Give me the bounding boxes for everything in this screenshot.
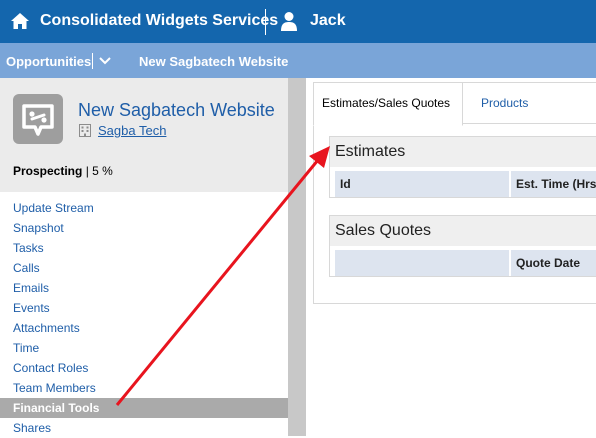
nav-item-shares[interactable]: Shares: [0, 418, 288, 438]
sales-quotes-title: Sales Quotes: [330, 216, 596, 246]
nav-item-time[interactable]: Time: [0, 338, 288, 358]
chevron-down-icon[interactable]: [99, 56, 111, 66]
probability-value: 5 %: [92, 164, 113, 178]
estimates-section: Estimates Id Est. Time (Hrs: [329, 136, 596, 198]
opportunity-icon: [13, 94, 63, 144]
column-header-est-time[interactable]: Est. Time (Hrs: [511, 171, 596, 197]
entity-menu[interactable]: Opportunities: [6, 54, 91, 69]
column-header-id[interactable]: Id: [335, 171, 509, 197]
nav-item-update-stream[interactable]: Update Stream: [0, 198, 288, 218]
record-sidebar: New Sagbatech Website Sagba Tech Prospec…: [0, 78, 288, 436]
financial-tools-panel: Estimates/Sales Quotes Products Estimate…: [313, 82, 596, 304]
current-record-link[interactable]: New Sagbatech Website: [139, 54, 288, 69]
building-icon: [79, 124, 91, 137]
tab-products[interactable]: Products: [481, 96, 528, 110]
nav-item-events[interactable]: Events: [0, 298, 288, 318]
tab-estimates-sales-quotes[interactable]: Estimates/Sales Quotes: [313, 82, 463, 126]
record-status: Prospecting | 5 %: [13, 164, 113, 178]
company-name[interactable]: Consolidated Widgets Services: [40, 12, 278, 30]
nav-item-emails[interactable]: Emails: [0, 278, 288, 298]
top-header-bar: Consolidated Widgets Services Jack: [0, 0, 596, 43]
nav-item-attachments[interactable]: Attachments: [0, 318, 288, 338]
home-icon[interactable]: [10, 11, 30, 31]
estimates-title: Estimates: [330, 137, 596, 167]
record-header: New Sagbatech Website Sagba Tech Prospec…: [0, 78, 288, 192]
user-icon[interactable]: [280, 11, 298, 31]
sales-quotes-section: Sales Quotes Quote Date: [329, 215, 596, 277]
status-separator: |: [85, 164, 89, 178]
user-name[interactable]: Jack: [310, 12, 346, 30]
stage-label: Prospecting: [13, 164, 83, 178]
subnav-divider: [92, 53, 93, 69]
estimates-table: Id Est. Time (Hrs: [330, 167, 596, 197]
record-title: New Sagbatech Website: [78, 100, 275, 120]
sub-nav-bar: Opportunities New Sagbatech Website: [0, 43, 596, 78]
header-divider: [265, 9, 266, 35]
nav-item-calls[interactable]: Calls: [0, 258, 288, 278]
column-header-blank[interactable]: [335, 250, 509, 276]
nav-item-tasks[interactable]: Tasks: [0, 238, 288, 258]
related-nav: Update Stream Snapshot Tasks Calls Email…: [0, 198, 288, 438]
record-company-link[interactable]: Sagba Tech: [98, 123, 166, 138]
column-header-quote-date[interactable]: Quote Date: [511, 250, 596, 276]
nav-item-snapshot[interactable]: Snapshot: [0, 218, 288, 238]
sales-quotes-table: Quote Date: [330, 246, 596, 276]
nav-item-contact-roles[interactable]: Contact Roles: [0, 358, 288, 378]
sidebar-scrollbar[interactable]: [288, 78, 306, 436]
tab-label: Estimates/Sales Quotes: [322, 96, 451, 110]
nav-item-team-members[interactable]: Team Members: [0, 378, 288, 398]
nav-item-financial-tools[interactable]: Financial Tools: [0, 398, 288, 418]
